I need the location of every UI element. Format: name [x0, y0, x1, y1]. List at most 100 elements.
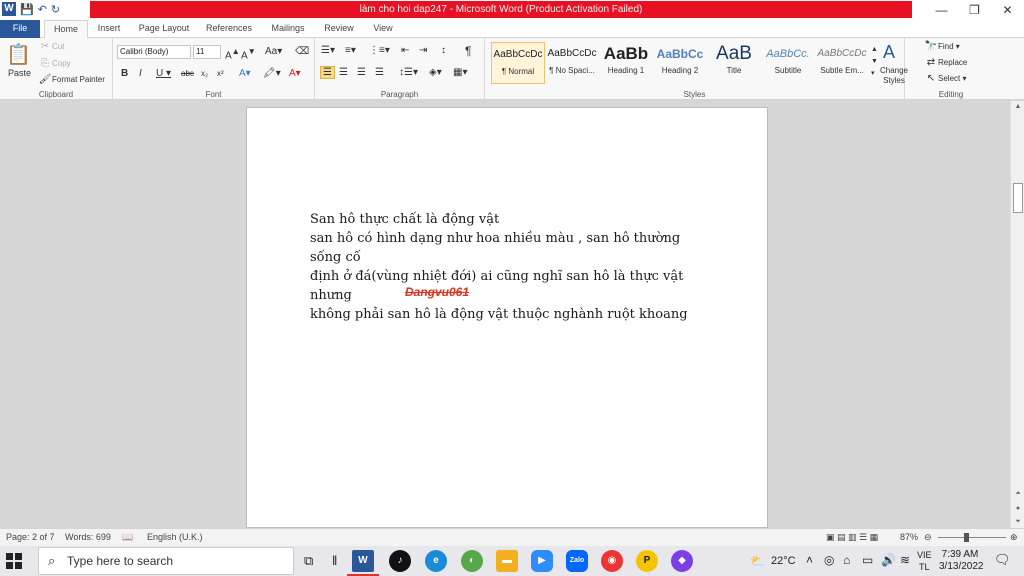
word-count[interactable]: Words: 699	[65, 532, 111, 542]
tiktok-icon[interactable]: ♪	[389, 550, 411, 572]
borders-icon[interactable]: ▦▾	[453, 67, 467, 78]
restore-button[interactable]: ❐	[958, 0, 991, 20]
highlight-color-icon[interactable]: 🖍▾	[263, 68, 281, 79]
volume-icon[interactable]: 🔊	[881, 553, 896, 567]
page-count[interactable]: Page: 2 of 7	[6, 532, 55, 542]
change-styles-button[interactable]: Change Styles	[879, 66, 909, 86]
taskbar-search[interactable]: ⌕ Type here to search	[38, 547, 294, 575]
minimize-button[interactable]: —	[925, 0, 958, 20]
tray-app-icon[interactable]: ◎	[824, 553, 834, 567]
tray-overflow-icon[interactable]: ˄	[806, 553, 813, 567]
zoom-in-icon[interactable]: ⊕	[1010, 532, 1018, 543]
multilevel-list-icon[interactable]: ⋮≡▾	[369, 45, 390, 56]
tab-page-layout[interactable]: Page Layout	[134, 20, 194, 38]
copy-button[interactable]: ⎘ Copy	[38, 58, 71, 69]
line-spacing-icon[interactable]: ↕☰▾	[399, 67, 418, 78]
tab-review[interactable]: Review	[318, 20, 360, 38]
document-page[interactable]: San hô thực chất là động vật san hô có h…	[246, 107, 768, 528]
underline-button[interactable]: U ▾	[156, 68, 171, 79]
style-title[interactable]: AaB Title	[707, 42, 761, 84]
zalo-icon[interactable]: Zalo	[566, 550, 588, 572]
word-app-icon[interactable]: W	[2, 2, 16, 16]
superscript-button[interactable]: x²	[217, 69, 224, 78]
next-page-icon[interactable]: ⏷	[1011, 518, 1024, 526]
change-case-icon[interactable]: Aa▾	[265, 46, 282, 57]
app-icon-2[interactable]: ◆	[671, 550, 693, 572]
tab-file[interactable]: File	[0, 20, 40, 38]
input-language[interactable]: VIE TL	[917, 549, 932, 573]
align-left-icon[interactable]: ☰	[320, 66, 335, 79]
view-buttons[interactable]: ▣ ▤ ▥ ☰ ▦	[826, 532, 878, 543]
select-button[interactable]: ↖ Select ▾	[924, 73, 967, 84]
font-size-select[interactable]: 11	[193, 45, 221, 59]
language-indicator[interactable]: English (U.K.)	[147, 532, 203, 542]
word-taskbar-icon[interactable]: W	[347, 550, 379, 576]
bold-button[interactable]: B	[121, 68, 128, 79]
subscript-button[interactable]: x₂	[201, 69, 208, 78]
justify-icon[interactable]: ☰	[375, 67, 384, 78]
font-color-icon[interactable]: A▾	[289, 68, 301, 79]
file-explorer-icon[interactable]: ▬	[496, 550, 518, 572]
paste-icon[interactable]: 📋	[6, 42, 31, 67]
zoom-slider[interactable]	[938, 537, 1006, 538]
grow-font-icon[interactable]: A▲	[225, 46, 240, 61]
paste-button[interactable]: Paste	[8, 68, 31, 78]
windows-start-icon[interactable]	[6, 553, 22, 569]
strikethrough-button[interactable]: abc	[181, 69, 194, 78]
close-button[interactable]: ✕	[991, 0, 1024, 20]
notifications-icon[interactable]: 🗨	[994, 552, 1011, 568]
replace-button[interactable]: ⇄ Replace	[924, 57, 968, 68]
style-subtle-emphasis[interactable]: AaBbCcDc Subtle Em...	[815, 42, 869, 84]
format-painter-button[interactable]: 🖌Format Painter	[38, 74, 105, 85]
weather-icon[interactable]: ⛅	[750, 554, 765, 568]
save-icon[interactable]: 💾	[20, 3, 34, 16]
shading-icon[interactable]: ◈▾	[429, 67, 442, 78]
style-heading-1[interactable]: AaBb Heading 1	[599, 42, 653, 84]
clear-formatting-icon[interactable]: ⌫	[295, 46, 309, 57]
wifi-icon[interactable]: ≋	[900, 553, 910, 567]
tab-insert[interactable]: Insert	[90, 20, 128, 38]
vertical-scrollbar[interactable]: ▲ ⏶ ● ⏷	[1010, 101, 1024, 528]
edge-icon[interactable]: e	[425, 550, 447, 572]
cut-button[interactable]: ✂ Cut	[38, 41, 65, 52]
chrome-icon[interactable]: ◉	[601, 550, 623, 572]
increase-indent-icon[interactable]: ⇥	[419, 45, 427, 56]
task-view-icon[interactable]: ⧉	[304, 553, 313, 569]
zoom-app-icon[interactable]: ▶	[531, 550, 553, 572]
network-icon[interactable]: ⌂	[843, 553, 850, 567]
change-styles-icon[interactable]: A	[883, 42, 895, 63]
numbering-icon[interactable]: ≡▾	[345, 45, 356, 56]
style-no-spacing[interactable]: AaBbCcDc ¶ No Spaci...	[545, 42, 599, 84]
scroll-up-icon[interactable]: ▲	[1011, 103, 1024, 110]
clock[interactable]: 7:39 AM 3/13/2022	[939, 549, 984, 573]
tab-home[interactable]: Home	[44, 20, 88, 39]
zoom-level[interactable]: 87%	[900, 532, 918, 542]
zoom-slider-thumb[interactable]	[964, 533, 969, 542]
shrink-font-icon[interactable]: A▼	[241, 46, 256, 61]
italic-button[interactable]: I	[139, 68, 142, 79]
tab-mailings[interactable]: Mailings	[264, 20, 312, 38]
zoom-out-icon[interactable]: ⊖	[924, 532, 932, 543]
document-text[interactable]: San hô thực chất là động vật san hô có h…	[310, 210, 710, 324]
tab-references[interactable]: References	[200, 20, 258, 38]
align-center-icon[interactable]: ☰	[339, 67, 348, 78]
app-icon[interactable]: P	[636, 550, 658, 572]
style-subtitle[interactable]: AaBbCc. Subtitle	[761, 42, 815, 84]
scroll-thumb[interactable]	[1013, 183, 1023, 213]
proofing-icon[interactable]: 📖	[122, 532, 133, 543]
styles-scroll-icon[interactable]: ▲ ▼ ▾	[871, 44, 878, 80]
style-heading-2[interactable]: AaBbCc Heading 2	[653, 42, 707, 84]
show-formatting-icon[interactable]: ¶	[465, 44, 471, 58]
redo-icon[interactable]: ↻	[51, 3, 60, 16]
weather-temperature[interactable]: 22°C	[771, 555, 796, 567]
find-button[interactable]: 🔭Find ▾	[924, 41, 960, 52]
style-normal[interactable]: AaBbCcDc ¶ Normal	[491, 42, 545, 84]
previous-page-icon[interactable]: ⏶	[1011, 490, 1024, 498]
align-right-icon[interactable]: ☰	[357, 67, 366, 78]
battery-icon[interactable]: ▭	[862, 553, 873, 567]
browse-object-icon[interactable]: ●	[1011, 505, 1024, 512]
tab-view[interactable]: View	[366, 20, 400, 38]
chrome-profile-icon[interactable]: ◐	[461, 550, 483, 572]
undo-icon[interactable]: ↶	[38, 3, 47, 16]
font-family-select[interactable]: Calibri (Body)	[117, 45, 191, 59]
